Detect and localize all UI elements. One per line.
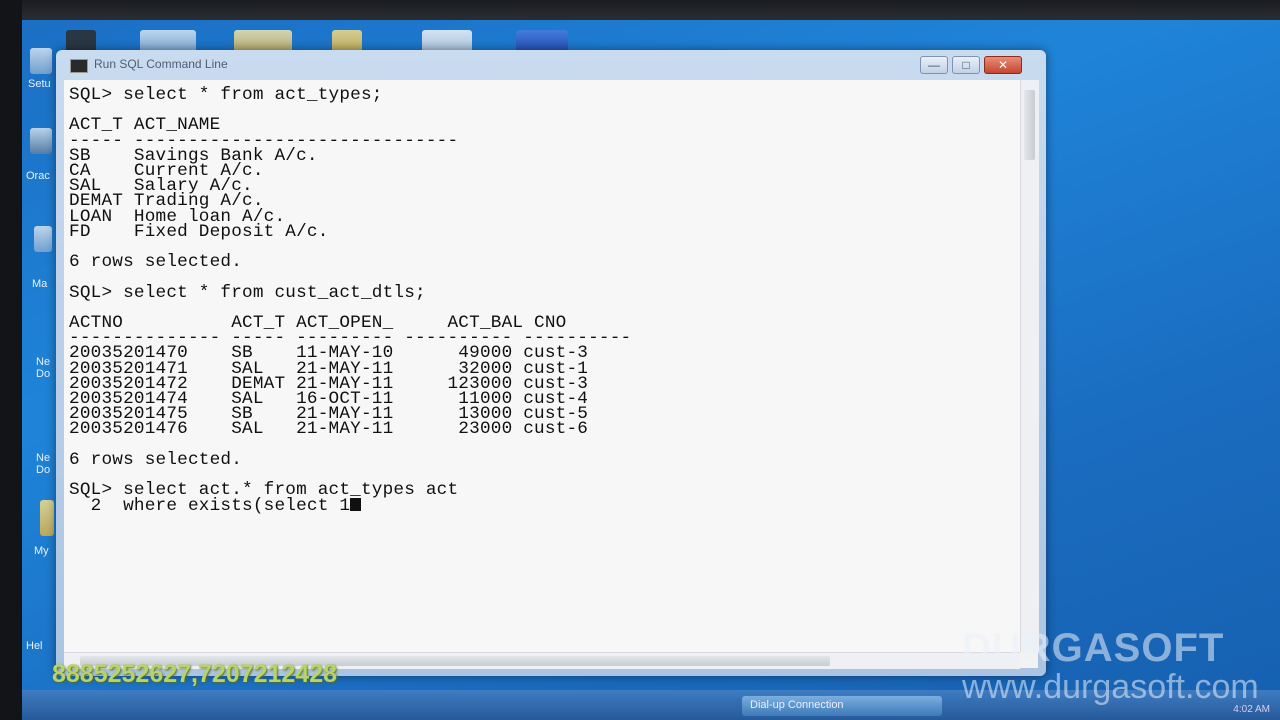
text-cursor: [350, 498, 362, 512]
dialup-connection-task[interactable]: Dial-up Connection: [742, 696, 942, 716]
monitor-bezel-top: [0, 0, 1280, 22]
desktop-label-help: Hel: [26, 640, 43, 652]
watermark-url: www.durgasoft.com: [962, 668, 1259, 706]
console-line: SQL> select * from cust_act_dtls;: [69, 282, 426, 303]
console-text: SQL> select * from act_types; ACT_T ACT_…: [64, 80, 1020, 515]
console-line: FD Fixed Deposit A/c.: [69, 221, 329, 242]
sql-command-line-window: Run SQL Command Line — □ ✕ SQL> select *…: [56, 50, 1046, 676]
console-client-area: SQL> select * from act_types; ACT_T ACT_…: [64, 80, 1039, 669]
minimize-button[interactable]: —: [920, 56, 948, 74]
desktop-label-ma: Ma: [32, 278, 48, 290]
console-line: 6 rows selected.: [69, 449, 243, 470]
desktop-label-network-2: Ne Do: [36, 452, 51, 476]
title-bar[interactable]: Run SQL Command Line — □ ✕: [56, 50, 1046, 78]
console-app-icon: [70, 59, 88, 73]
desktop-label-oracle: Orac: [26, 170, 50, 182]
folder-icon[interactable]: [40, 500, 54, 536]
desktop-label-setup: Setu: [28, 78, 51, 90]
console-line: 6 rows selected.: [69, 252, 243, 273]
desktop-label-network-1: Ne Do: [36, 356, 51, 380]
vertical-scrollbar[interactable]: [1020, 80, 1039, 652]
monitor-bezel-left: [0, 0, 22, 720]
watermark-phone-numbers: 8885252627,7207212428: [52, 660, 338, 688]
setup-icon[interactable]: [30, 48, 52, 74]
console-output[interactable]: SQL> select * from act_types; ACT_T ACT_…: [64, 80, 1020, 652]
vertical-scroll-thumb[interactable]: [1024, 90, 1035, 160]
desktop-label-my: My: [34, 545, 49, 557]
window-title: Run SQL Command Line: [94, 57, 228, 71]
watermark-brand: DURGASOFT: [962, 626, 1225, 670]
maximize-button[interactable]: □: [952, 56, 980, 74]
shortcut-icon[interactable]: [34, 226, 52, 252]
console-line: 20035201476 SAL 21-MAY-11 23000 cust-6: [69, 419, 589, 440]
console-line: 2 where exists(select 1: [69, 496, 351, 517]
console-line: SQL> select * from act_types;: [69, 85, 383, 105]
close-button[interactable]: ✕: [984, 56, 1022, 74]
oracle-icon[interactable]: [30, 128, 52, 154]
